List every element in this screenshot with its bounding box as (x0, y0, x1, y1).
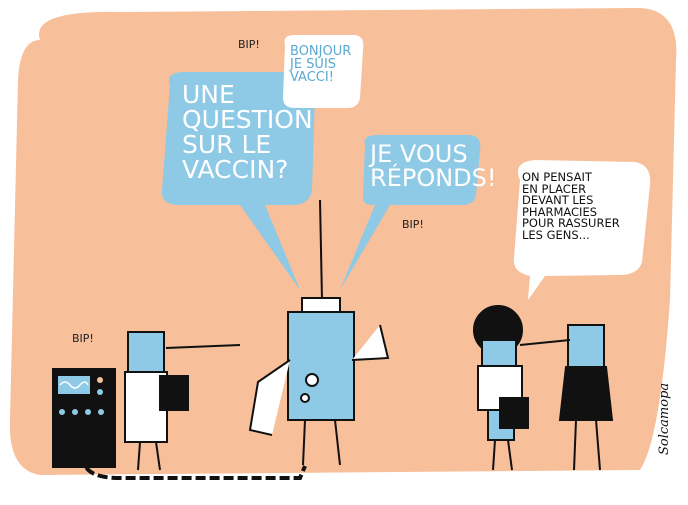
bubble-text-reponds: JE VOUS RÉPONDS! (370, 140, 497, 192)
bip-sound-left: BIP! (72, 332, 94, 345)
signature-logo: Solcamopa (657, 383, 672, 455)
bubble-text-pharmacies: ON PENSAIT EN PLACER DEVANT LES PHARMACI… (522, 170, 620, 242)
bubble-text-bonjour: BONJOUR JE SUIS VACCI! (290, 44, 352, 85)
bip-sound-top: BIP! (238, 38, 260, 51)
medical-monitor-machine (52, 368, 116, 468)
bip-sound-right: BIP! (402, 218, 424, 231)
cartoon-scene: Solcamopa BIP! BIP! BIP! BONJOUR JE SUIS… (0, 0, 688, 505)
svg-text:Solcamopa: Solcamopa (657, 383, 672, 455)
bubble-text-question: UNE QUESTION SUR LE VACCIN? (182, 80, 313, 184)
